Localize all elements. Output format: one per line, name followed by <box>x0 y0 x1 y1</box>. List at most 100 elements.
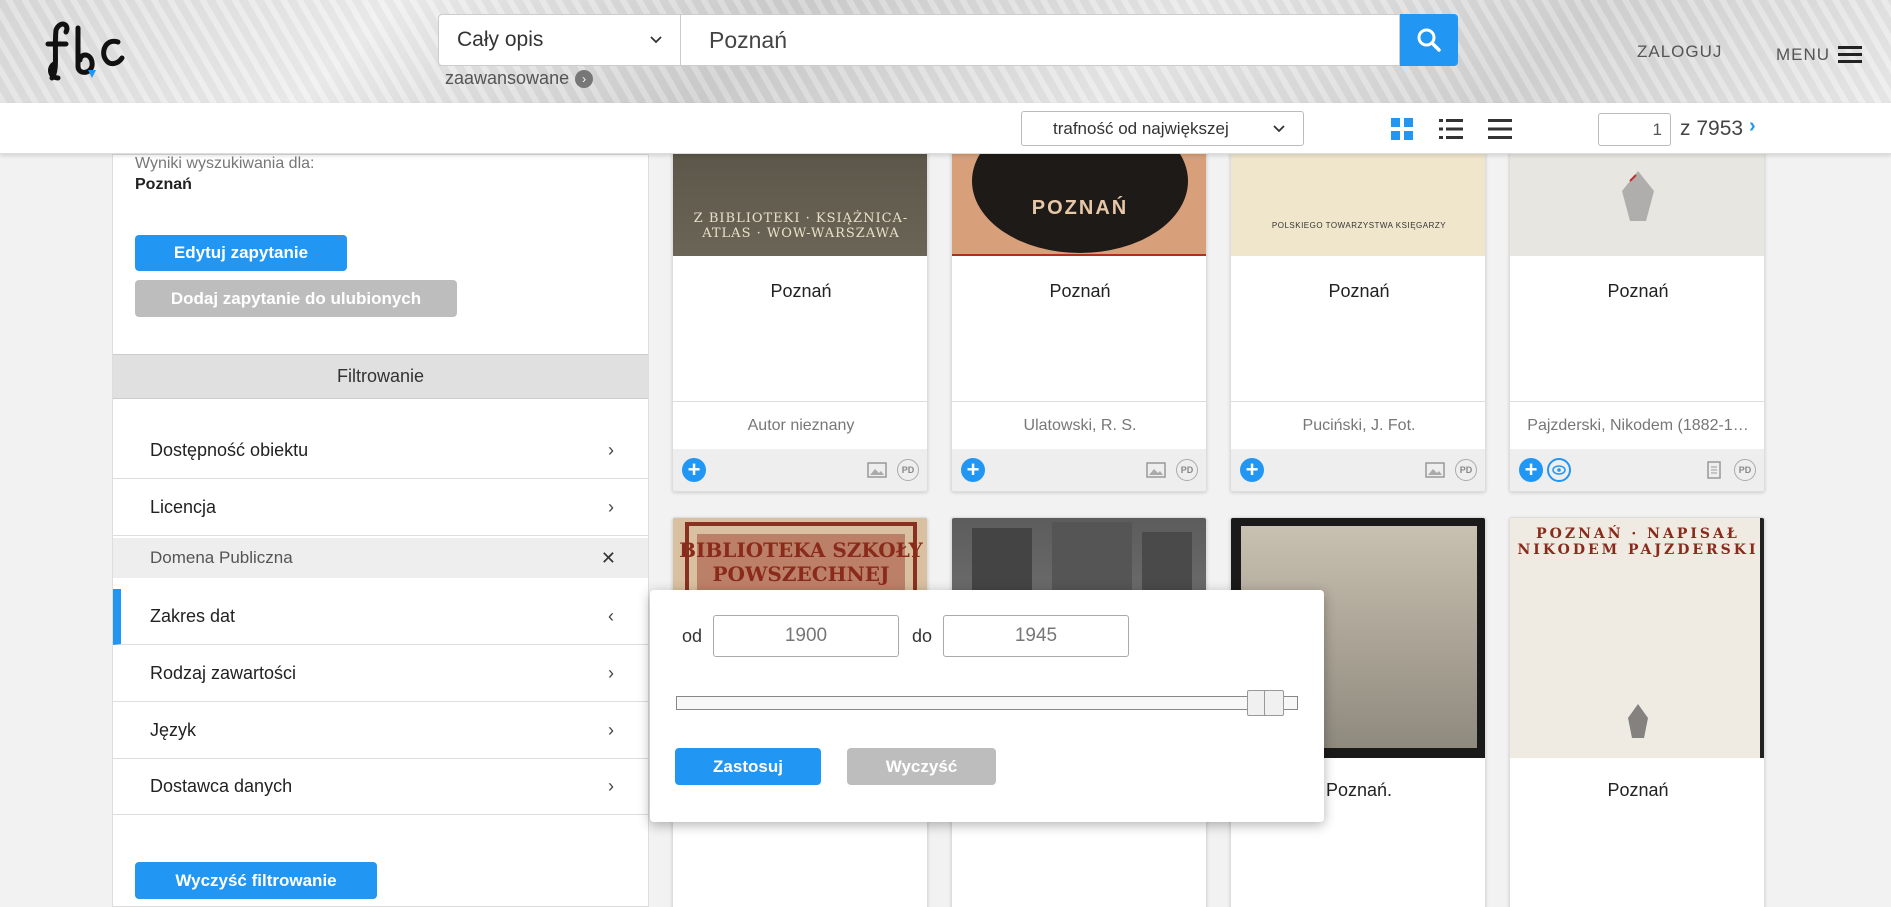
menu-button[interactable]: MENU <box>1776 42 1863 67</box>
chevron-down-icon <box>650 36 662 44</box>
filter-label: Licencja <box>150 497 217 517</box>
public-domain-icon: PD <box>1455 459 1477 481</box>
results-toolbar: trafność od największej 1 z 7953 › <box>0 103 1891 154</box>
clear-filters-button[interactable]: Wyczyść filtrowanie <box>135 862 377 899</box>
page-number-value: 1 <box>1652 119 1662 139</box>
list-view-icon[interactable] <box>1437 115 1465 143</box>
chevron-right-icon: › <box>608 720 614 740</box>
chevron-right-icon: › <box>575 69 594 88</box>
card-thumbnail[interactable]: Z BIBLIOTEKI · KSIĄŻNICA-ATLAS · WOW-WAR… <box>673 141 927 256</box>
filter-date-range[interactable]: Zakres dat ‹ <box>113 589 648 645</box>
menu-label: MENU <box>1776 44 1831 64</box>
compact-list-view-icon[interactable] <box>1486 115 1514 143</box>
add-favorite-button[interactable]: Dodaj zapytanie do ulubionych <box>135 280 457 317</box>
date-range-handle-to[interactable] <box>1264 690 1284 716</box>
thumbnail-text: POLSKIEGO TOWARZYSTWA KSIĘGARZY <box>1271 221 1447 230</box>
filter-language[interactable]: Język › <box>113 703 648 759</box>
date-range-popup: od 1900 do 1945 Zastosuj Wyczyść <box>650 590 1324 822</box>
add-icon[interactable]: + <box>1519 458 1543 482</box>
apply-button[interactable]: Zastosuj <box>675 748 821 785</box>
image-icon <box>1425 462 1445 478</box>
page-total: z 7953 <box>1680 117 1744 140</box>
add-icon[interactable]: + <box>682 458 706 482</box>
search-input-value: Poznań <box>709 26 788 53</box>
filter-availability[interactable]: Dostępność obiektu › <box>113 423 648 479</box>
filter-content-type[interactable]: Rodzaj zawartości › <box>113 646 648 702</box>
date-from-label: od <box>682 626 703 646</box>
login-link[interactable]: ZALOGUJ <box>1637 42 1722 62</box>
result-card[interactable]: POZNAŃ Poznań Ulatowski, R. S. + PD <box>951 140 1207 492</box>
result-card[interactable]: Z BIBLIOTEKI · KSIĄŻNICA-ATLAS · WOW-WAR… <box>672 140 928 492</box>
chevron-right-icon: › <box>608 497 614 517</box>
close-icon[interactable]: ✕ <box>601 548 616 569</box>
thumbnail-text: POZNAŃ <box>1031 197 1129 219</box>
card-title[interactable]: Poznań <box>1510 780 1764 801</box>
image-icon <box>1146 462 1166 478</box>
filter-label: Rodzaj zawartości <box>150 663 297 683</box>
date-from-input[interactable]: 1900 <box>713 615 899 657</box>
advanced-search-link[interactable]: zaawansowane › <box>445 68 594 89</box>
card-thumbnail[interactable]: POZNAŃ · NAPISAŁ NIKODEM PAJZDERSKI <box>1510 518 1764 758</box>
result-card[interactable]: POLSKIEGO TOWARZYSTWA KSIĘGARZY Poznań P… <box>1230 140 1486 492</box>
card-title[interactable]: Poznań <box>1231 281 1485 302</box>
thumbnail-text: BIBLIOTEKA SZKOŁY POWSZECHNEJ <box>679 538 923 586</box>
active-filter-label: Domena Publiczna <box>150 548 293 567</box>
thumbnail-text: Z BIBLIOTEKI · KSIĄŻNICA-ATLAS · WOW-WAR… <box>693 211 909 241</box>
filter-label: Dostawca danych <box>150 776 293 796</box>
card-actions: + PD <box>673 449 927 491</box>
sort-value: trafność od największej <box>1053 118 1229 138</box>
card-title[interactable]: Poznań <box>673 281 927 302</box>
edit-query-button[interactable]: Edytuj zapytanie <box>135 235 347 271</box>
filter-data-provider[interactable]: Dostawca danych › <box>113 759 648 815</box>
card-author: Pajzderski, Nikodem (1882-1… <box>1510 401 1764 449</box>
card-title[interactable]: Poznań <box>952 281 1206 302</box>
eye-icon[interactable] <box>1547 458 1571 482</box>
active-filter-public-domain: Domena Publiczna ✕ <box>113 538 648 578</box>
card-thumbnail[interactable]: POZNAŃ <box>952 141 1206 256</box>
card-author: Puciński, J. Fot. <box>1231 401 1485 449</box>
grid-view-icon[interactable] <box>1388 115 1416 143</box>
thumbnail-image <box>1622 171 1654 221</box>
chevron-left-icon: ‹ <box>608 606 614 626</box>
filter-label: Dostępność obiektu <box>150 440 309 460</box>
results-query: Poznań <box>135 176 192 193</box>
search-icon <box>1417 28 1441 52</box>
card-actions: + PD <box>1231 449 1485 491</box>
fbc-logo[interactable] <box>44 20 144 84</box>
date-to-input[interactable]: 1945 <box>943 615 1129 657</box>
filter-label: Język <box>150 720 197 740</box>
public-domain-icon: PD <box>1734 459 1756 481</box>
result-card[interactable]: POZNAŃ · NAPISAŁ NIKODEM PAJZDERSKI Pozn… <box>1509 517 1765 907</box>
next-page-icon[interactable]: › <box>1749 115 1756 138</box>
card-actions: + PD <box>1510 449 1764 491</box>
result-card[interactable]: Poznań Pajzderski, Nikodem (1882-1… + PD <box>1509 140 1765 492</box>
thumbnail-text: POZNAŃ · NAPISAŁ NIKODEM PAJZDERSKI <box>1517 526 1759 558</box>
chevron-right-icon: › <box>608 663 614 683</box>
page-number-input[interactable]: 1 <box>1598 113 1671 146</box>
sort-select[interactable]: trafność od największej <box>1021 111 1304 146</box>
clear-date-button[interactable]: Wyczyść <box>847 748 996 785</box>
date-to-label: do <box>912 626 933 646</box>
card-actions: + PD <box>952 449 1206 491</box>
card-thumbnail[interactable] <box>1510 141 1764 256</box>
filter-label: Zakres dat <box>150 606 236 626</box>
card-author: Autor nieznany <box>673 401 927 449</box>
search-scope-select[interactable]: Cały opis <box>438 14 681 66</box>
search-input[interactable]: Poznań <box>681 14 1400 66</box>
search-bar: Cały opis Poznań <box>438 14 1458 66</box>
public-domain-icon: PD <box>897 459 919 481</box>
date-range-slider-track[interactable] <box>676 696 1298 710</box>
filter-license[interactable]: Licencja › <box>113 480 648 536</box>
card-thumbnail[interactable]: POLSKIEGO TOWARZYSTWA KSIĘGARZY <box>1231 141 1485 256</box>
search-button[interactable] <box>1400 14 1458 66</box>
hamburger-icon <box>1838 42 1863 67</box>
advanced-search-label: zaawansowane <box>445 68 570 88</box>
add-icon[interactable]: + <box>961 458 985 482</box>
add-icon[interactable]: + <box>1240 458 1264 482</box>
card-title[interactable]: Poznań <box>1510 281 1764 302</box>
public-domain-icon: PD <box>1176 459 1198 481</box>
search-scope-value: Cały opis <box>457 28 544 51</box>
results-label: Wyniki wyszukiwania dla: <box>135 155 315 172</box>
image-icon <box>867 462 887 478</box>
chevron-down-icon <box>1273 124 1285 132</box>
